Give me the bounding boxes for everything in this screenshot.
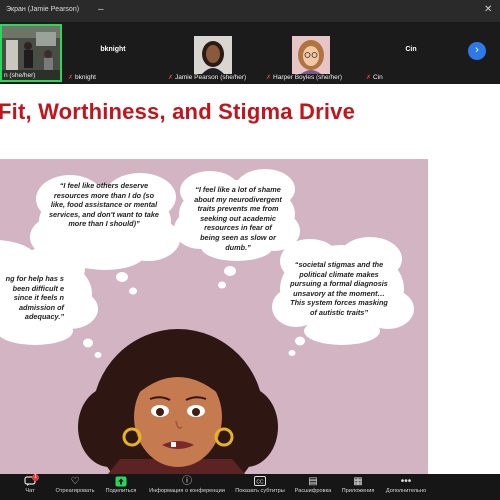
more-label: Дополнительно <box>385 488 427 494</box>
participant-name-harper-boyles: ✗ Harper Boyles (she/her) <box>266 74 343 81</box>
meeting-info-button[interactable]: ⓘ Информация о конференции <box>146 476 228 494</box>
show-captions-button[interactable]: CC Показать субтитры <box>232 476 288 494</box>
share-arrow-icon <box>102 476 140 488</box>
participant-tile-self[interactable]: n (she/her) <box>0 24 62 82</box>
participant-tile-cin[interactable]: Cin ✗ Cin <box>362 24 460 82</box>
muted-mic-icon: ✗ <box>68 75 74 81</box>
apps-icon: ▦ <box>353 476 363 487</box>
share-screen-button[interactable]: Поделиться <box>102 476 140 494</box>
slide-illustration: “I feel like others deserve resources mo… <box>0 159 428 474</box>
window-title: Экран (Jamie Pearson) <box>6 6 80 13</box>
reactions-button[interactable]: ♡ Отреагировать <box>52 476 98 494</box>
participant-name-self: n (she/her) <box>4 72 36 79</box>
participant-avatar-harper-boyles <box>292 36 330 74</box>
muted-mic-icon: ✗ <box>168 75 174 81</box>
cc-icon: CC <box>232 476 288 488</box>
captions-label: Показать субтитры <box>235 488 285 494</box>
participant-tile-harper-boyles[interactable]: ✗ Harper Boyles (she/her) <box>262 24 360 82</box>
reactions-label: Отреагировать <box>55 488 95 494</box>
window-title-bar: Экран (Jamie Pearson) – ✕ <box>0 0 500 22</box>
info-icon: ⓘ <box>182 476 192 487</box>
muted-mic-icon: ✗ <box>366 75 372 81</box>
quote-bubble-3: “societal stigmas and the political clim… <box>290 260 388 317</box>
svg-text:CC: CC <box>256 480 264 486</box>
apps-label: Приложения <box>341 488 375 494</box>
close-window-icon[interactable]: ✕ <box>484 4 492 15</box>
participant-name-bknight: ✗ bknight <box>68 74 96 81</box>
participant-name-jamie-pearson: ✗ Jamie Pearson (she/her) <box>168 74 247 81</box>
quote-bubble-4: ng for help has s been difficult e since… <box>5 274 64 322</box>
quote-bubble-1: “I feel like others deserve resources mo… <box>48 181 159 229</box>
meeting-toolbar: Чат 1 ♡ Отреагировать Поделиться ⓘ Инфор… <box>0 474 500 500</box>
transcript-label: Расшифровка <box>294 488 332 494</box>
participant-video-label-cin: Cin <box>405 46 417 53</box>
woman-character-illustration <box>78 329 278 474</box>
transcript-button[interactable]: ▤ Расшифровка <box>292 476 334 494</box>
participants-strip: n (she/her) bknight ✗ bknight ✗ Jamie Pear… <box>0 22 500 84</box>
chat-unread-badge: 1 <box>32 474 39 481</box>
meeting-info-label: Информация о конференции <box>149 488 225 494</box>
minimize-window-icon[interactable]: – <box>98 4 104 15</box>
slide-title: Fit, Worthiness, and Stigma Drive <box>0 99 356 124</box>
chat-label: Чат <box>25 488 35 494</box>
shared-screen-slide: Fit, Worthiness, and Stigma Drive “I fee… <box>0 84 500 474</box>
share-label: Поделиться <box>105 488 137 494</box>
chevron-right-icon: › <box>475 44 479 56</box>
more-button[interactable]: ••• Дополнительно <box>382 476 430 494</box>
muted-mic-icon: ✗ <box>266 75 272 81</box>
next-participants-button[interactable]: › <box>468 42 486 60</box>
apps-button[interactable]: ▦ Приложения <box>338 476 378 494</box>
transcript-icon: ▤ <box>308 476 318 487</box>
quote-bubble-2: “I feel like a lot of shame about my neu… <box>194 185 282 252</box>
participant-name-cin: ✗ Cin <box>366 74 383 81</box>
participant-tile-jamie-pearson[interactable]: ✗ Jamie Pearson (she/her) <box>164 24 260 82</box>
participant-avatar-jamie-pearson <box>194 36 232 74</box>
participant-video-label-bknight: bknight <box>100 46 126 53</box>
chat-button[interactable]: Чат 1 <box>20 474 40 494</box>
heart-plus-icon: ♡ <box>70 476 80 487</box>
more-icon: ••• <box>400 476 412 487</box>
participant-tile-bknight[interactable]: bknight ✗ bknight <box>64 24 162 82</box>
